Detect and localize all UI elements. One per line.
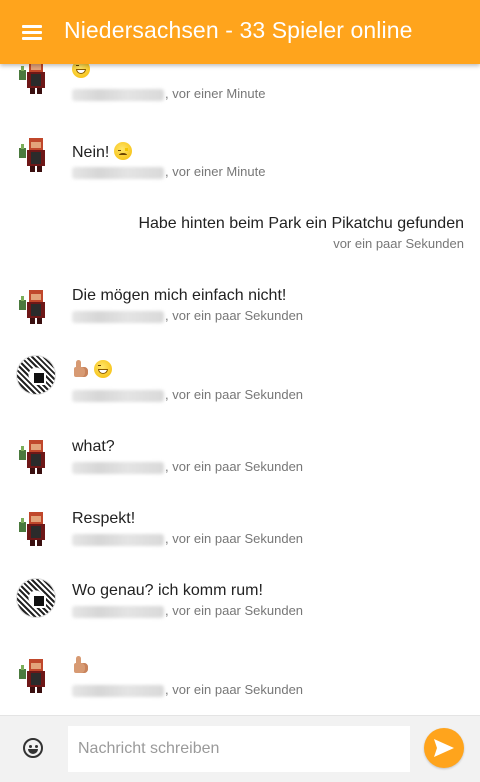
message-text: what? [72,438,115,455]
sender-name-redacted [72,88,164,101]
send-icon[interactable] [424,728,464,768]
message-text: Habe hinten beim Park ein Pikatchu gefun… [138,215,464,232]
disappointed-face-emoji [113,142,132,160]
sender-name-redacted [72,166,164,179]
hamburger-menu-icon[interactable] [14,16,50,48]
pixel-character-avatar[interactable] [16,286,56,326]
thumbs-up-emoji [72,360,90,378]
chat-message-list[interactable]: , vor einer Minute Nein! , vor einer Min… [0,0,480,715]
qr-pattern-avatar[interactable] [16,355,56,395]
pixel-character-avatar[interactable] [16,436,56,476]
page-title: Niedersachsen - 33 Spieler online [64,17,413,43]
message-text [72,656,90,676]
message-meta: , vor ein paar Sekunden [72,387,303,402]
smiley-icon[interactable] [23,738,43,758]
message-time: , vor ein paar Sekunden [165,603,304,618]
message-meta: , vor einer Minute [72,164,265,179]
message-time: , vor ein paar Sekunden [165,459,304,474]
message-time: , vor einer Minute [165,86,266,101]
sender-name-redacted [72,389,164,402]
message-composer [0,715,480,782]
thumbs-up-emoji [72,656,90,674]
sender-name-redacted [72,461,164,474]
message-text [72,360,113,380]
sender-name-redacted [72,533,164,546]
app-bar: Niedersachsen - 33 Spieler online [0,0,480,64]
pixel-character-avatar[interactable] [16,655,56,695]
message-time: , vor ein paar Sekunden [165,387,304,402]
sender-name-redacted [72,605,164,618]
message-meta: , vor einer Minute [72,86,265,101]
pixel-character-avatar[interactable] [16,508,56,548]
sender-name-redacted [72,684,164,697]
grinning-face-emoji [94,360,113,378]
message-time: , vor ein paar Sekunden [165,682,304,697]
message-time: vor ein paar Sekunden [333,236,464,251]
qr-pattern-avatar[interactable] [16,578,56,618]
message-input[interactable] [68,726,410,772]
message-meta: , vor ein paar Sekunden [72,603,303,618]
message-meta: , vor ein paar Sekunden [72,308,303,323]
message-text: Nein! [72,142,132,162]
message-time: , vor einer Minute [165,164,266,179]
message-time: , vor ein paar Sekunden [165,308,304,323]
message-text: Respekt! [72,510,136,527]
message-time: , vor ein paar Sekunden [165,531,304,546]
sender-name-redacted [72,310,164,323]
message-meta: , vor ein paar Sekunden [72,459,303,474]
message-meta: , vor ein paar Sekunden [72,531,303,546]
pixel-character-avatar[interactable] [16,134,56,174]
message-text: Wo genau? ich komm rum! [72,582,263,599]
message-text: Die mögen mich einfach nicht! [72,287,287,304]
message-meta: , vor ein paar Sekunden [72,682,303,697]
